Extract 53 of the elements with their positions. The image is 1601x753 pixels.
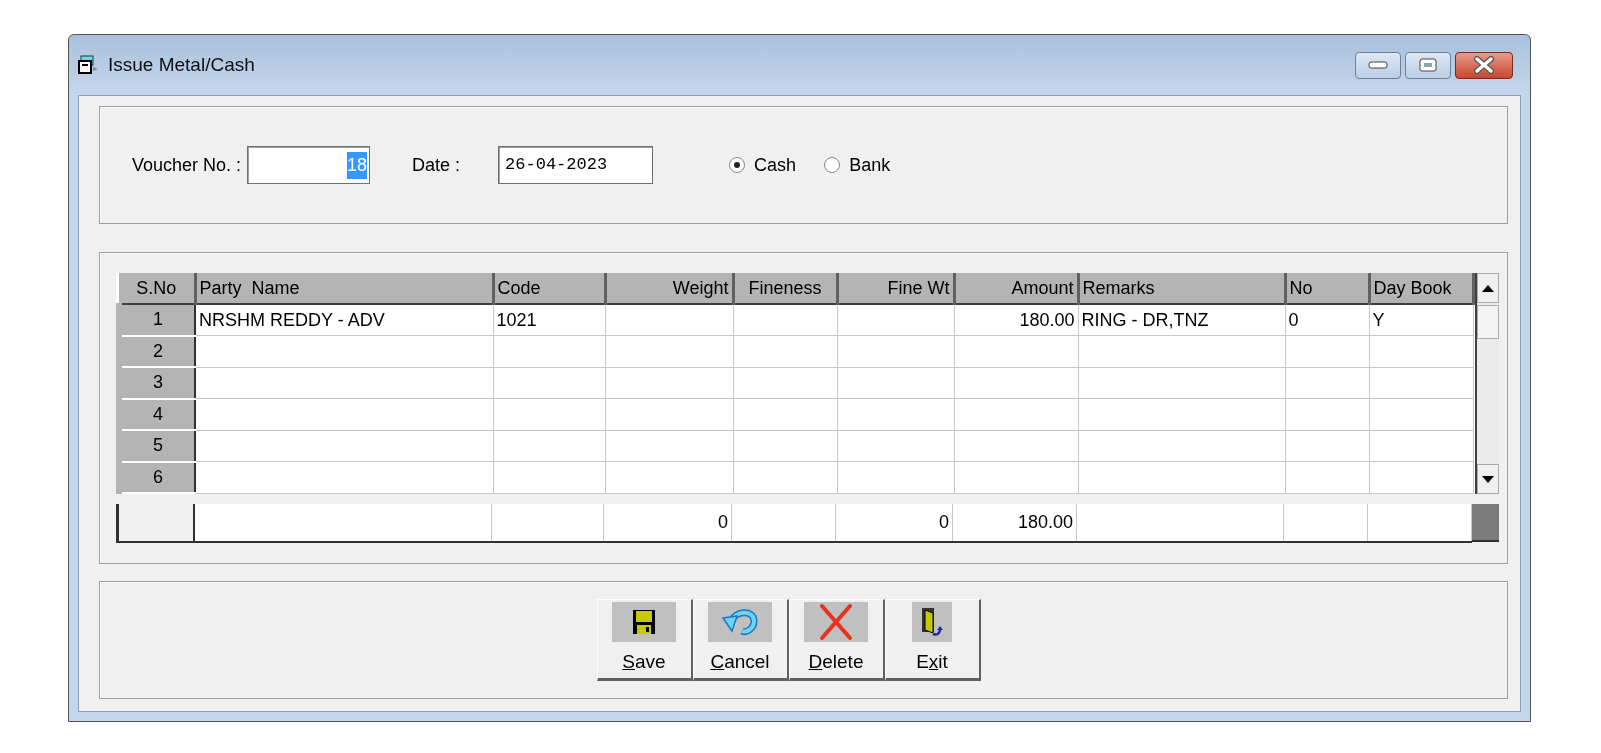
column-header[interactable]: Day Book [1369,273,1473,304]
row-number[interactable]: 5 [119,430,195,462]
row-number[interactable]: 2 [119,335,195,367]
maximize-button[interactable] [1405,51,1451,79]
payment-radio[interactable]: Bank [824,151,891,179]
column-header[interactable]: Fine Wt [837,273,954,304]
row-number[interactable]: 4 [119,398,195,430]
close-icon [1473,56,1495,74]
column-header[interactable]: Code [493,273,605,304]
column-header[interactable]: No [1285,273,1369,304]
undo-arrow-icon [720,606,760,637]
radio-button[interactable] [729,157,746,173]
delete-button[interactable]: Delete [788,599,885,681]
column-header[interactable]: Fineness [733,273,837,304]
day-book-cell: Y [1369,304,1473,336]
totals-corner [1472,504,1499,542]
radio-button[interactable] [824,157,841,173]
voucher-label: Voucher No. : [132,153,242,177]
column-header[interactable]: Amount [954,273,1078,304]
scrollbar-thumb[interactable] [1476,305,1499,339]
scrollbar[interactable] [1474,273,1499,494]
column-header[interactable]: Party Name [195,273,493,304]
save-button[interactable]: Save [596,599,693,681]
date-field[interactable]: 26-04-2023 [498,146,654,184]
date-label: Date : [412,153,461,177]
cancel-button[interactable]: Cancel [692,599,789,681]
total-cell: 0 [835,504,953,542]
column-header[interactable]: S.No [119,273,195,304]
payment-radio[interactable]: Cash [729,151,797,179]
minimize-icon [1368,61,1388,69]
minimize-button[interactable] [1355,51,1401,79]
scroll-up-button[interactable] [1476,273,1499,303]
row-number[interactable]: 1 [119,304,195,336]
row-number[interactable]: 3 [119,367,195,399]
close-button[interactable] [1455,51,1513,79]
scroll-down-button[interactable] [1476,464,1499,494]
up-arrow-icon [1481,284,1494,292]
row-number[interactable]: 6 [119,461,195,493]
down-arrow-icon [1481,475,1494,483]
code-cell: 1021 [493,304,605,336]
remarks-cell: RING - DR,TNZ [1078,304,1285,336]
app-icon [78,55,100,75]
number-cell: 0 [1285,304,1369,336]
column-header[interactable]: Remarks [1078,273,1285,304]
maximize-icon [1419,58,1437,72]
total-cell: 180.00 [952,504,1077,542]
exit-button[interactable]: Exit [884,599,981,681]
amount-cell: 180.00 [954,304,1078,336]
party-name-cell: NRSHM REDDY - ADV [195,304,493,336]
window-title: Issue Metal/Cash [108,52,255,77]
door-exit-icon [919,605,945,638]
column-header[interactable]: Weight [605,273,733,304]
total-cell: 0 [603,504,732,542]
